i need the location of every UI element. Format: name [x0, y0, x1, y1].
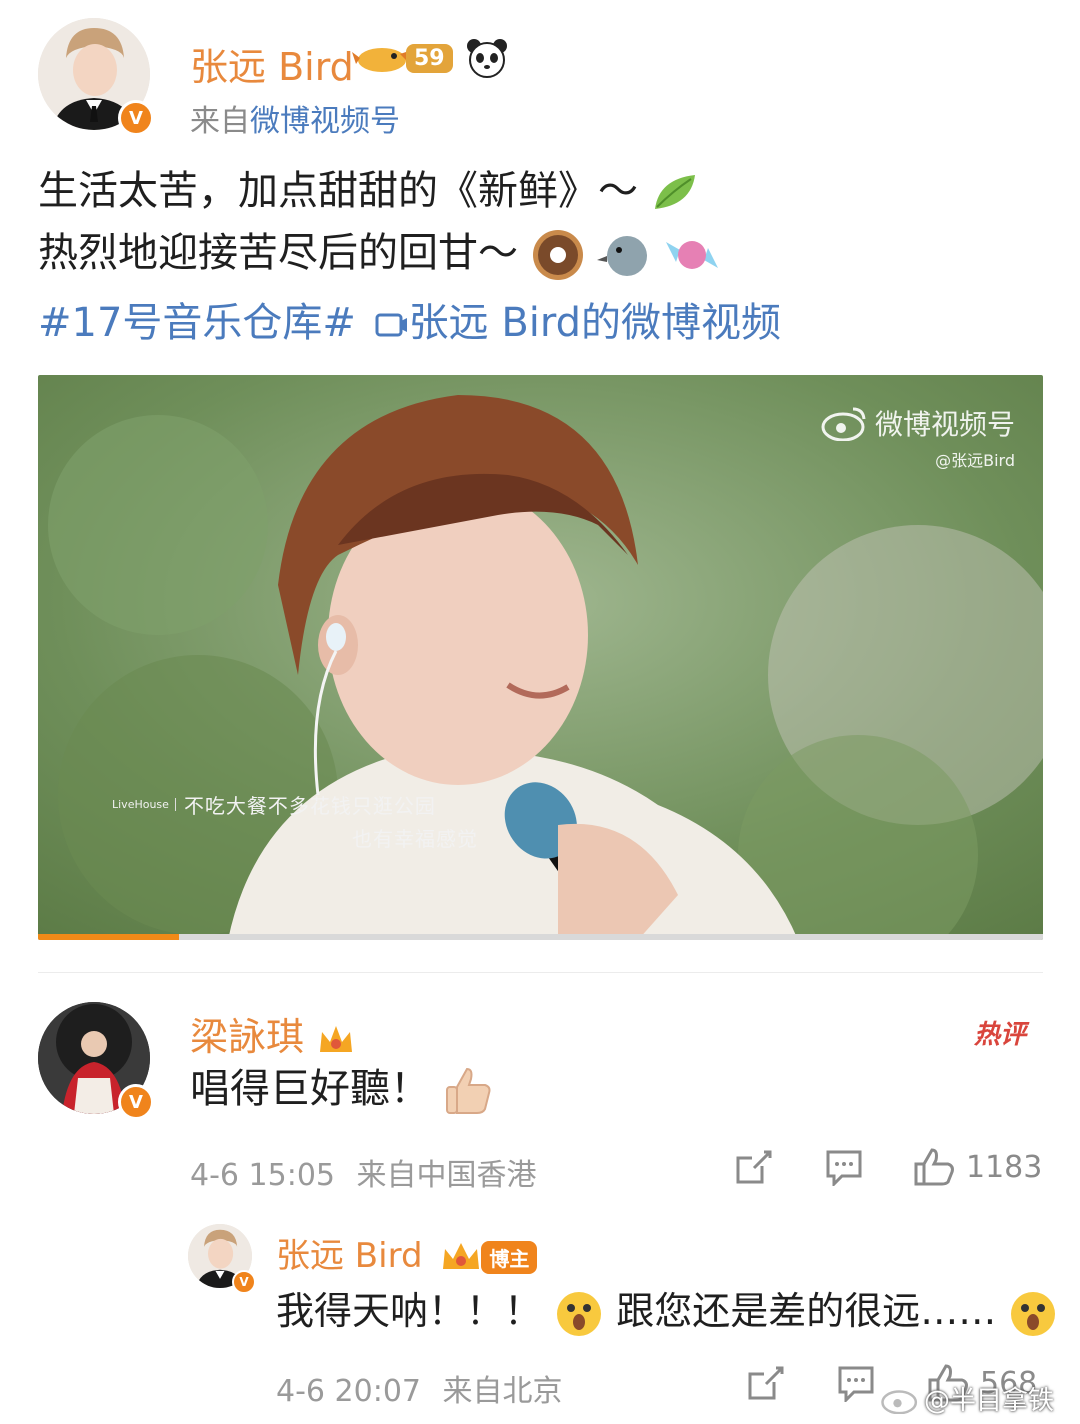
level-number: 59 — [406, 43, 453, 73]
blogger-badge: 博主 — [481, 1241, 538, 1274]
leaf-icon — [654, 175, 695, 209]
video-subtitles: LiveHouse 不吃大餐不多花钱只逛公园 也有幸福感觉 — [112, 790, 478, 852]
weibo-video-watermark: 微博视频号 @张远Bird — [821, 403, 1015, 471]
comment-time: 4-6 15:05 — [190, 1158, 335, 1193]
comment-author-name[interactable]: 梁詠琪 — [190, 1006, 356, 1061]
reply-badges: 博主 — [439, 1241, 538, 1275]
reply-text-part1: 我得天呐！！！ — [276, 1289, 543, 1333]
comment-text: 唱得巨好聽！ — [190, 1058, 495, 1120]
weibo-logo-icon — [881, 1389, 918, 1414]
thumbs-up-emoji-icon — [445, 1067, 491, 1114]
comment-like-count: 1183 — [966, 1149, 1043, 1185]
post-text-line2: 热烈地迎接苦尽后的回甘～ — [38, 222, 720, 284]
shocked-emoji-icon — [557, 1291, 602, 1336]
comment-text-content: 唱得巨好聽！ — [190, 1066, 430, 1112]
image-watermark: @半目拿铁 — [880, 1380, 1054, 1417]
subtitle-line2: 也有幸福感觉 — [352, 827, 478, 851]
reply-author-name[interactable]: 张远 Bird 博主 — [276, 1228, 538, 1277]
reply-time: 4-6 20:07 — [276, 1374, 421, 1409]
shocked-emoji-icon — [1011, 1291, 1056, 1336]
reply-comment-button[interactable] — [836, 1364, 876, 1402]
divider — [38, 972, 1043, 973]
venue-tag: LiveHouse — [112, 798, 176, 811]
comment-meta: 4-6 15:05 来自中国香港 — [190, 1150, 537, 1194]
post-source: 来自微博视频号 — [190, 96, 400, 140]
source-link[interactable]: 微博视频号 — [250, 104, 400, 139]
verified-badge-icon: V — [118, 100, 154, 136]
comment-share-button[interactable] — [734, 1148, 774, 1186]
bird-level-icon — [352, 48, 412, 72]
reply-text-part2: 跟您还是差的很远…… — [616, 1289, 997, 1333]
reply-share-button[interactable] — [746, 1364, 786, 1402]
watermark-handle-text: @半目拿铁 — [924, 1386, 1055, 1416]
crown-icon — [320, 1025, 353, 1052]
panda-icon — [466, 38, 508, 82]
post-line1-text: 生活太苦，加点甜甜的《新鲜》～ — [38, 168, 638, 214]
comment-like-button[interactable]: 1183 — [912, 1146, 1042, 1188]
reply-text: 我得天呐！！！ 跟您还是差的很远…… — [276, 1280, 1058, 1342]
comment-author-text[interactable]: 梁詠琪 — [190, 1015, 304, 1059]
video-icon — [375, 313, 407, 337]
video-link[interactable]: 张远 Bird的微博视频 — [375, 300, 781, 346]
post-text-line1: 生活太苦，加点甜甜的《新鲜》～ — [38, 160, 703, 222]
video-progress-fill — [38, 934, 179, 940]
verified-badge-icon: V — [118, 1084, 154, 1120]
reply-location: 来自北京 — [442, 1374, 563, 1409]
reply-meta: 4-6 20:07 来自北京 — [276, 1366, 563, 1410]
watermark-text: 微博视频号 — [874, 408, 1015, 441]
video-player[interactable]: 微博视频号 @张远Bird LiveHouse 不吃大餐不多花钱只逛公园 也有幸… — [38, 375, 1043, 940]
crown-level-icon — [443, 1242, 480, 1269]
share-icon — [736, 1150, 772, 1184]
video-link-text[interactable]: 张远 Bird的微博视频 — [409, 300, 781, 346]
hashtag-link[interactable]: #17号音乐仓库# — [38, 300, 356, 346]
comment-icon — [838, 1366, 874, 1402]
post-line2-text: 热烈地迎接苦尽后的回甘～ — [38, 230, 518, 276]
like-icon — [914, 1148, 954, 1186]
hot-comment-label: 热评 — [974, 1020, 1027, 1050]
watermark-handle: @张远Bird — [935, 451, 1015, 470]
bird-icon — [597, 236, 648, 276]
subtitle-line1: 不吃大餐不多花钱只逛公园 — [183, 794, 436, 818]
post-links: #17号音乐仓库# 张远 Bird的微博视频 — [38, 290, 781, 348]
comment-location: 来自中国香港 — [356, 1158, 537, 1193]
donut-icon — [532, 230, 583, 280]
level-badge: 59 — [352, 38, 453, 78]
comment-icon — [826, 1150, 862, 1186]
comment-reply-button[interactable] — [824, 1148, 864, 1186]
verified-badge-icon: V — [232, 1270, 256, 1294]
post-author-name[interactable]: 张远 Bird — [190, 36, 354, 91]
weibo-logo-icon — [821, 407, 866, 441]
video-progress-track[interactable] — [38, 934, 1043, 940]
reply-author-text[interactable]: 张远 Bird — [276, 1236, 423, 1276]
share-icon — [748, 1366, 784, 1400]
source-prefix: 来自 — [190, 104, 250, 139]
candy-icon — [666, 241, 719, 269]
